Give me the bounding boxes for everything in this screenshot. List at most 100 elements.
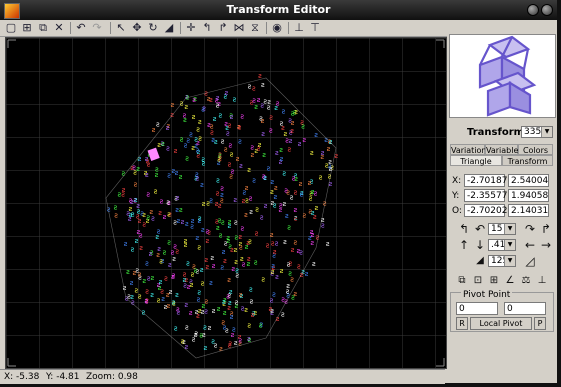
flip-vertical-icon[interactable]: ⧖	[248, 21, 262, 35]
new-icon[interactable]: ▢	[4, 21, 18, 35]
rotate-left-icon[interactable]: ↰	[200, 21, 214, 35]
grid-snap-icon[interactable]: ⊞	[487, 274, 501, 288]
fractal-glyph: ƨ	[161, 295, 165, 303]
tab-triangle[interactable]: Triangle	[450, 155, 502, 166]
tab-variables[interactable]: Variables	[485, 144, 523, 155]
fractal-glyph: ƨ	[179, 206, 183, 214]
title-bar[interactable]: Transform Editor	[0, 0, 557, 20]
fractal-glyph: ƨ	[124, 240, 128, 248]
fractal-glyph: ƨ	[221, 218, 225, 226]
close-button[interactable]	[541, 4, 553, 16]
fractal-glyph: ƨ	[244, 211, 248, 219]
redo-icon[interactable]: ↷	[90, 21, 104, 35]
fractal-glyph: ƨ	[135, 287, 139, 295]
scale-icon[interactable]: ◢	[162, 21, 176, 35]
transform-canvas[interactable]: ƨƨƨƨƨƨƨƨƨƨƨƨƨƨƨƨƨƨƨƨƨƨƨƨƨƨƨƨƨƨƨƨƨƨƨƨƨƨƨƨ…	[5, 37, 447, 369]
y1-field[interactable]: -2.35577	[464, 189, 507, 202]
rotate-ccw-icon[interactable]: ↰	[457, 222, 471, 236]
scale-down-icon[interactable]: ◢	[473, 254, 487, 268]
tab-transform[interactable]: Transform	[502, 155, 553, 166]
x1-field[interactable]: -2.70187	[464, 174, 507, 187]
rotate-cw-small-icon[interactable]: ↷	[523, 222, 537, 236]
tab-colors[interactable]: Colors	[518, 144, 553, 155]
select-icon[interactable]: ↖	[114, 21, 128, 35]
scale-up-icon[interactable]: ◿	[523, 254, 537, 268]
transform-selector[interactable]: 335 ▼	[521, 126, 553, 138]
fractal-glyph: ƨ	[232, 326, 236, 334]
o1-field[interactable]: -2.70202	[464, 204, 507, 217]
fractal-glyph: ƨ	[229, 141, 233, 149]
fractal-glyph: ƨ	[218, 216, 222, 224]
fractal-glyph: ƨ	[249, 194, 253, 202]
fractal-glyph: ƨ	[274, 184, 278, 192]
pivot-reset-button[interactable]: R	[456, 317, 468, 330]
fractal-glyph: ƨ	[238, 137, 242, 145]
o2-field[interactable]: 2.14031	[508, 204, 549, 217]
x-label: X:	[452, 176, 462, 186]
move-right-icon[interactable]: →	[539, 238, 553, 252]
scale-step-combo[interactable]: 125 ▼	[488, 255, 516, 267]
rotate-right-icon[interactable]: ↱	[216, 21, 230, 35]
fractal-glyph: ƨ	[249, 208, 253, 216]
pivot-y-field[interactable]: 0	[504, 302, 546, 315]
fractal-glyph: ƨ	[201, 106, 205, 114]
fractal-glyph: ƨ	[248, 82, 252, 90]
post-transform-icon[interactable]: ⊥	[292, 21, 306, 35]
fractal-glyph: ƨ	[194, 330, 198, 338]
move-up-icon[interactable]: ↑	[457, 238, 471, 252]
move-down-icon[interactable]: ↓	[473, 238, 487, 252]
fractal-glyph: ƨ	[292, 175, 296, 183]
fractal-glyph: ƨ	[157, 245, 161, 253]
fractal-glyph: ƨ	[290, 127, 294, 135]
fractal-glyph: ƨ	[270, 178, 274, 186]
paste-transform-icon[interactable]: ⊡	[471, 274, 485, 288]
fractal-glyph: ƨ	[135, 237, 139, 245]
undo-icon[interactable]: ↶	[74, 21, 88, 35]
fractal-glyph: ƨ	[216, 224, 220, 232]
angle-icon[interactable]: ∠	[503, 274, 517, 288]
tab-variations[interactable]: Variations	[450, 144, 491, 155]
status-bar: X: -5.38 Y: -4.81 Zoom: 0.98	[0, 369, 445, 384]
fractal-glyph: ƨ	[206, 199, 210, 207]
fractal-glyph: ƨ	[218, 202, 222, 210]
move-step-combo[interactable]: .41 ▼	[488, 239, 516, 251]
fractal-glyph: ƨ	[184, 141, 188, 149]
fractal-glyph: ƨ	[291, 293, 295, 301]
rotate-ccw-small-icon[interactable]: ↶	[473, 222, 487, 236]
pan-icon[interactable]: ✛	[184, 21, 198, 35]
rotate-cw-icon[interactable]: ↱	[539, 222, 553, 236]
fractal-glyph: ƨ	[231, 167, 235, 175]
pivot-x-field[interactable]: 0	[456, 302, 498, 315]
rotate-icon[interactable]: ↻	[146, 21, 160, 35]
status-x: X: -5.38	[4, 372, 40, 382]
fractal-glyph: ƨ	[205, 263, 209, 271]
fractal-glyph: ƨ	[198, 214, 202, 222]
fractal-glyph: ƨ	[264, 202, 268, 210]
flip-horizontal-icon[interactable]: ⋈	[232, 21, 246, 35]
fractal-glyph: ƨ	[251, 151, 255, 159]
fractal-glyph: ƨ	[138, 293, 142, 301]
reset-icon[interactable]: ⊤	[308, 21, 322, 35]
x2-field[interactable]: 2.54004	[508, 174, 549, 187]
copy-transform-icon[interactable]: ⧉	[455, 274, 469, 288]
rotate-step-combo[interactable]: 15 ▼	[488, 223, 516, 235]
add-transform-icon[interactable]: ⊞	[20, 21, 34, 35]
fractal-glyph: ƨ	[267, 165, 271, 173]
duplicate-icon[interactable]: ⧉	[36, 21, 50, 35]
fractal-glyph: ƨ	[158, 209, 162, 217]
fractal-glyph: ƨ	[172, 167, 176, 175]
local-pivot-button[interactable]: Local Pivot	[470, 317, 532, 330]
delete-icon[interactable]: ✕	[52, 21, 66, 35]
fractal-glyph: ƨ	[261, 130, 265, 138]
y2-field[interactable]: 1.94058	[508, 189, 549, 202]
axis-icon[interactable]: ⊥	[535, 274, 549, 288]
fractal-glyph: ƨ	[267, 104, 271, 112]
fractal-glyph: ƨ	[254, 259, 258, 267]
minimize-button[interactable]	[527, 4, 539, 16]
move-left-icon[interactable]: ←	[523, 238, 537, 252]
balance-icon[interactable]: ⚖	[519, 274, 533, 288]
move-icon[interactable]: ✥	[130, 21, 144, 35]
fractal-glyph: ƨ	[305, 270, 309, 278]
show-icon[interactable]: ◉	[270, 21, 284, 35]
pivot-pick-button[interactable]: P	[534, 317, 546, 330]
